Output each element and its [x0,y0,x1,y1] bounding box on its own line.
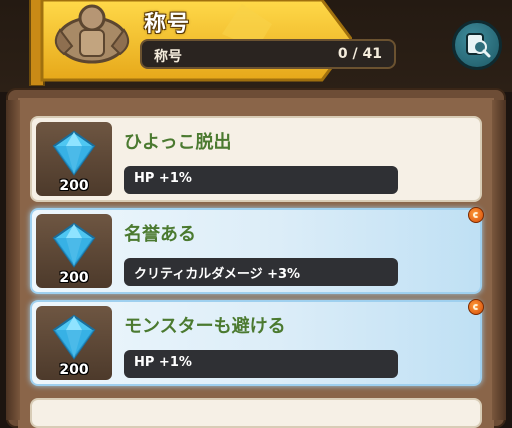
search-button[interactable] [452,20,502,70]
title-progress-bar: 称号 0 / 41 [140,39,396,69]
trophy-icon [54,4,130,64]
title-card[interactable] [30,398,482,428]
effect-text: クリティカルダメージ +3% [134,267,301,282]
page-title: 称号 [144,12,191,37]
title-effect: HP +1% [124,350,398,378]
effect-text: HP +1% [134,355,192,370]
gem-reward: 200 [36,306,112,380]
search-icon [466,33,491,58]
title-name: 名誉ある [124,224,196,245]
title-effect: クリティカルダメージ +3% [124,258,398,286]
progress-count: 0 / 41 [337,46,382,62]
gem-reward: 200 [36,214,112,288]
gem-reward: 200 [36,122,112,196]
title-name: モンスターも避ける [124,316,286,337]
gem-count: 200 [59,270,89,286]
gem-icon [52,222,96,268]
gem-count: 200 [59,178,89,194]
frame-rail-right [492,100,506,420]
gem-icon [52,314,96,360]
title-effect: HP +1% [124,166,398,194]
new-badge-icon [468,207,484,223]
new-badge-icon [468,299,484,315]
effect-text: HP +1% [134,171,192,186]
gem-icon [52,130,96,176]
title-card[interactable]: 200 ひよっこ脱出 HP +1% [30,116,482,202]
title-card[interactable]: 200 名誉ある クリティカルダメージ +3% [30,208,482,294]
title-name: ひよっこ脱出 [124,132,232,153]
frame-rail-left [6,100,20,420]
gem-count: 200 [59,362,89,378]
title-card[interactable]: 200 モンスターも避ける HP +1% [30,300,482,386]
progress-label: 称号 [154,49,182,65]
